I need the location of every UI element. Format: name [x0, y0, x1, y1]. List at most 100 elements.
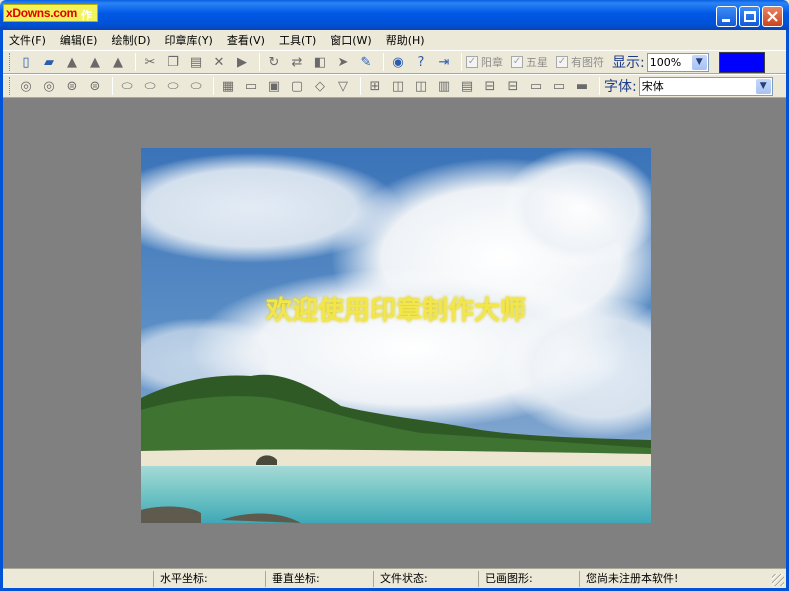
circle-seal-icon: ◎ [20, 78, 32, 94]
toolbar-grip[interactable] [9, 53, 12, 71]
stamp-1-button[interactable]: ▲ [62, 52, 82, 72]
logo-text: xDowns.com [6, 6, 78, 20]
circle-seal-4-button[interactable]: ⊜ [85, 76, 105, 96]
shape-toolbar: ◎ ◎ ⊜ ⊜ ⬭ ⬭ ⬭ ⬭ ▦ ▭ ▣ ▢ ◇ ▽ ⊞ ◫ ◫ ▥ ▤ ⊟ … [3, 74, 786, 98]
has-symbol-checkbox[interactable]: ✓ 有图符 [556, 54, 604, 70]
layout-5-button[interactable]: ▤ [457, 76, 477, 96]
close-button[interactable] [762, 6, 783, 27]
grid-button[interactable]: ▦ [218, 76, 238, 96]
workspace: 欢迎使用印章制作大师 [3, 98, 786, 568]
chevron-down-icon[interactable]: ▼ [691, 54, 707, 70]
status-x-coordinate: 水平坐标: [153, 571, 208, 587]
about-button[interactable]: ? [411, 52, 431, 72]
circle-seal-2-button[interactable]: ◎ [39, 76, 59, 96]
rect-seal-3-button[interactable]: ▢ [287, 76, 307, 96]
diamond-icon: ◇ [315, 78, 325, 94]
pointer-button[interactable]: ▶ [232, 52, 252, 72]
canvas-image[interactable]: 欢迎使用印章制作大师 [141, 148, 651, 523]
close-icon [767, 11, 778, 22]
layer-icon: ◧ [313, 54, 327, 70]
resize-grip[interactable] [772, 574, 784, 586]
toolbar-grip[interactable] [9, 77, 12, 95]
circle-seal-1-button[interactable]: ◎ [16, 76, 36, 96]
menu-help[interactable]: 帮助(H) [386, 32, 425, 48]
minimize-button[interactable] [716, 6, 737, 27]
layout-icon: ⊞ [369, 78, 381, 94]
layout-4-button[interactable]: ▥ [434, 76, 454, 96]
layout-7-button[interactable]: ⊟ [503, 76, 523, 96]
checkbox-label: 有图符 [571, 56, 604, 69]
main-toolbar: ▯ ▰ ▲ ▲ ▲ ✂ ❐ ▤ ✕ ▶ ↻ ⇄ ◧ ➤ ✎ ◉ ? ⇥ ✓ 阳章… [3, 50, 786, 74]
menu-bar: 文件(F) 编辑(E) 绘制(D) 印章库(Y) 查看(V) 工具(T) 窗口(… [3, 30, 786, 50]
flip-icon: ⇄ [291, 54, 303, 70]
title-bar: xDowns.com 作 [0, 0, 789, 30]
preview-button[interactable]: ◉ [388, 52, 408, 72]
scissors-icon: ✂ [144, 54, 156, 70]
layout-1-button[interactable]: ⊞ [365, 76, 385, 96]
layer-button[interactable]: ◧ [310, 52, 330, 72]
toolbar-separator [461, 53, 462, 71]
menu-file[interactable]: 文件(F) [9, 32, 46, 48]
layout-3-button[interactable]: ◫ [411, 76, 431, 96]
font-value: 宋体 [641, 80, 664, 93]
diamond-button[interactable]: ◇ [310, 76, 330, 96]
toolbar-separator [213, 77, 214, 95]
flip-button[interactable]: ⇄ [287, 52, 307, 72]
arrow-right-icon: ➤ [337, 54, 349, 70]
layout-6-button[interactable]: ⊟ [480, 76, 500, 96]
open-file-button[interactable]: ▰ [39, 52, 59, 72]
minimize-icon [722, 19, 730, 22]
cut-button[interactable]: ✂ [140, 52, 160, 72]
menu-edit[interactable]: 编辑(E) [60, 32, 98, 48]
maximize-icon [744, 11, 756, 22]
oval-seal-2-button[interactable]: ⬭ [140, 76, 160, 96]
checkbox-box: ✓ [511, 56, 523, 68]
maximize-button[interactable] [739, 6, 760, 27]
layout-icon: ⊟ [507, 78, 519, 94]
rect-seal-1-button[interactable]: ▭ [241, 76, 261, 96]
triangle-button[interactable]: ▽ [333, 76, 353, 96]
paint-button[interactable]: ✎ [356, 52, 376, 72]
delete-icon: ✕ [213, 54, 225, 70]
menu-draw[interactable]: 绘制(D) [111, 32, 150, 48]
checkbox-label: 五星 [526, 56, 548, 69]
layout-10-button[interactable]: ▬ [572, 76, 592, 96]
paste-button[interactable]: ▤ [186, 52, 206, 72]
menu-view[interactable]: 查看(V) [227, 32, 265, 48]
menu-seal-library[interactable]: 印章库(Y) [165, 32, 213, 48]
rotate-button[interactable]: ↻ [264, 52, 284, 72]
copy-button[interactable]: ❐ [163, 52, 183, 72]
zoom-label: 显示: [612, 55, 645, 71]
positive-seal-checkbox[interactable]: ✓ 阳章 [466, 54, 503, 70]
rect-seal-2-button[interactable]: ▣ [264, 76, 284, 96]
oval-seal-3-button[interactable]: ⬭ [163, 76, 183, 96]
zoom-select[interactable]: 100% ▼ [646, 52, 709, 72]
circle-seal-3-button[interactable]: ⊜ [62, 76, 82, 96]
layout-2-button[interactable]: ◫ [388, 76, 408, 96]
paint-icon: ✎ [360, 54, 372, 70]
font-select[interactable]: 宋体 ▼ [638, 76, 773, 96]
font-label: 字体: [604, 79, 637, 95]
oval-seal-1-button[interactable]: ⬭ [117, 76, 137, 96]
status-file-state: 文件状态: [373, 571, 428, 587]
circle-seal-icon: ⊜ [89, 78, 101, 94]
layout-9-button[interactable]: ▭ [549, 76, 569, 96]
stamp-3-button[interactable]: ▲ [108, 52, 128, 72]
chevron-down-icon[interactable]: ▼ [755, 78, 771, 94]
new-file-icon: ▯ [22, 54, 30, 70]
exit-button[interactable]: ⇥ [434, 52, 454, 72]
layout-icon: ▥ [437, 78, 451, 94]
stamp-2-button[interactable]: ▲ [85, 52, 105, 72]
layout-8-button[interactable]: ▭ [526, 76, 546, 96]
color-swatch[interactable] [718, 51, 765, 73]
menu-tools[interactable]: 工具(T) [279, 32, 316, 48]
status-register: 您尚未注册本软件! [579, 571, 678, 587]
oval-seal-4-button[interactable]: ⬭ [186, 76, 206, 96]
new-file-button[interactable]: ▯ [16, 52, 36, 72]
menu-window[interactable]: 窗口(W) [330, 32, 371, 48]
forward-button[interactable]: ➤ [333, 52, 353, 72]
paste-icon: ▤ [189, 54, 203, 70]
five-star-checkbox[interactable]: ✓ 五星 [511, 54, 548, 70]
delete-button[interactable]: ✕ [209, 52, 229, 72]
rect-seal-icon: ▢ [290, 78, 304, 94]
